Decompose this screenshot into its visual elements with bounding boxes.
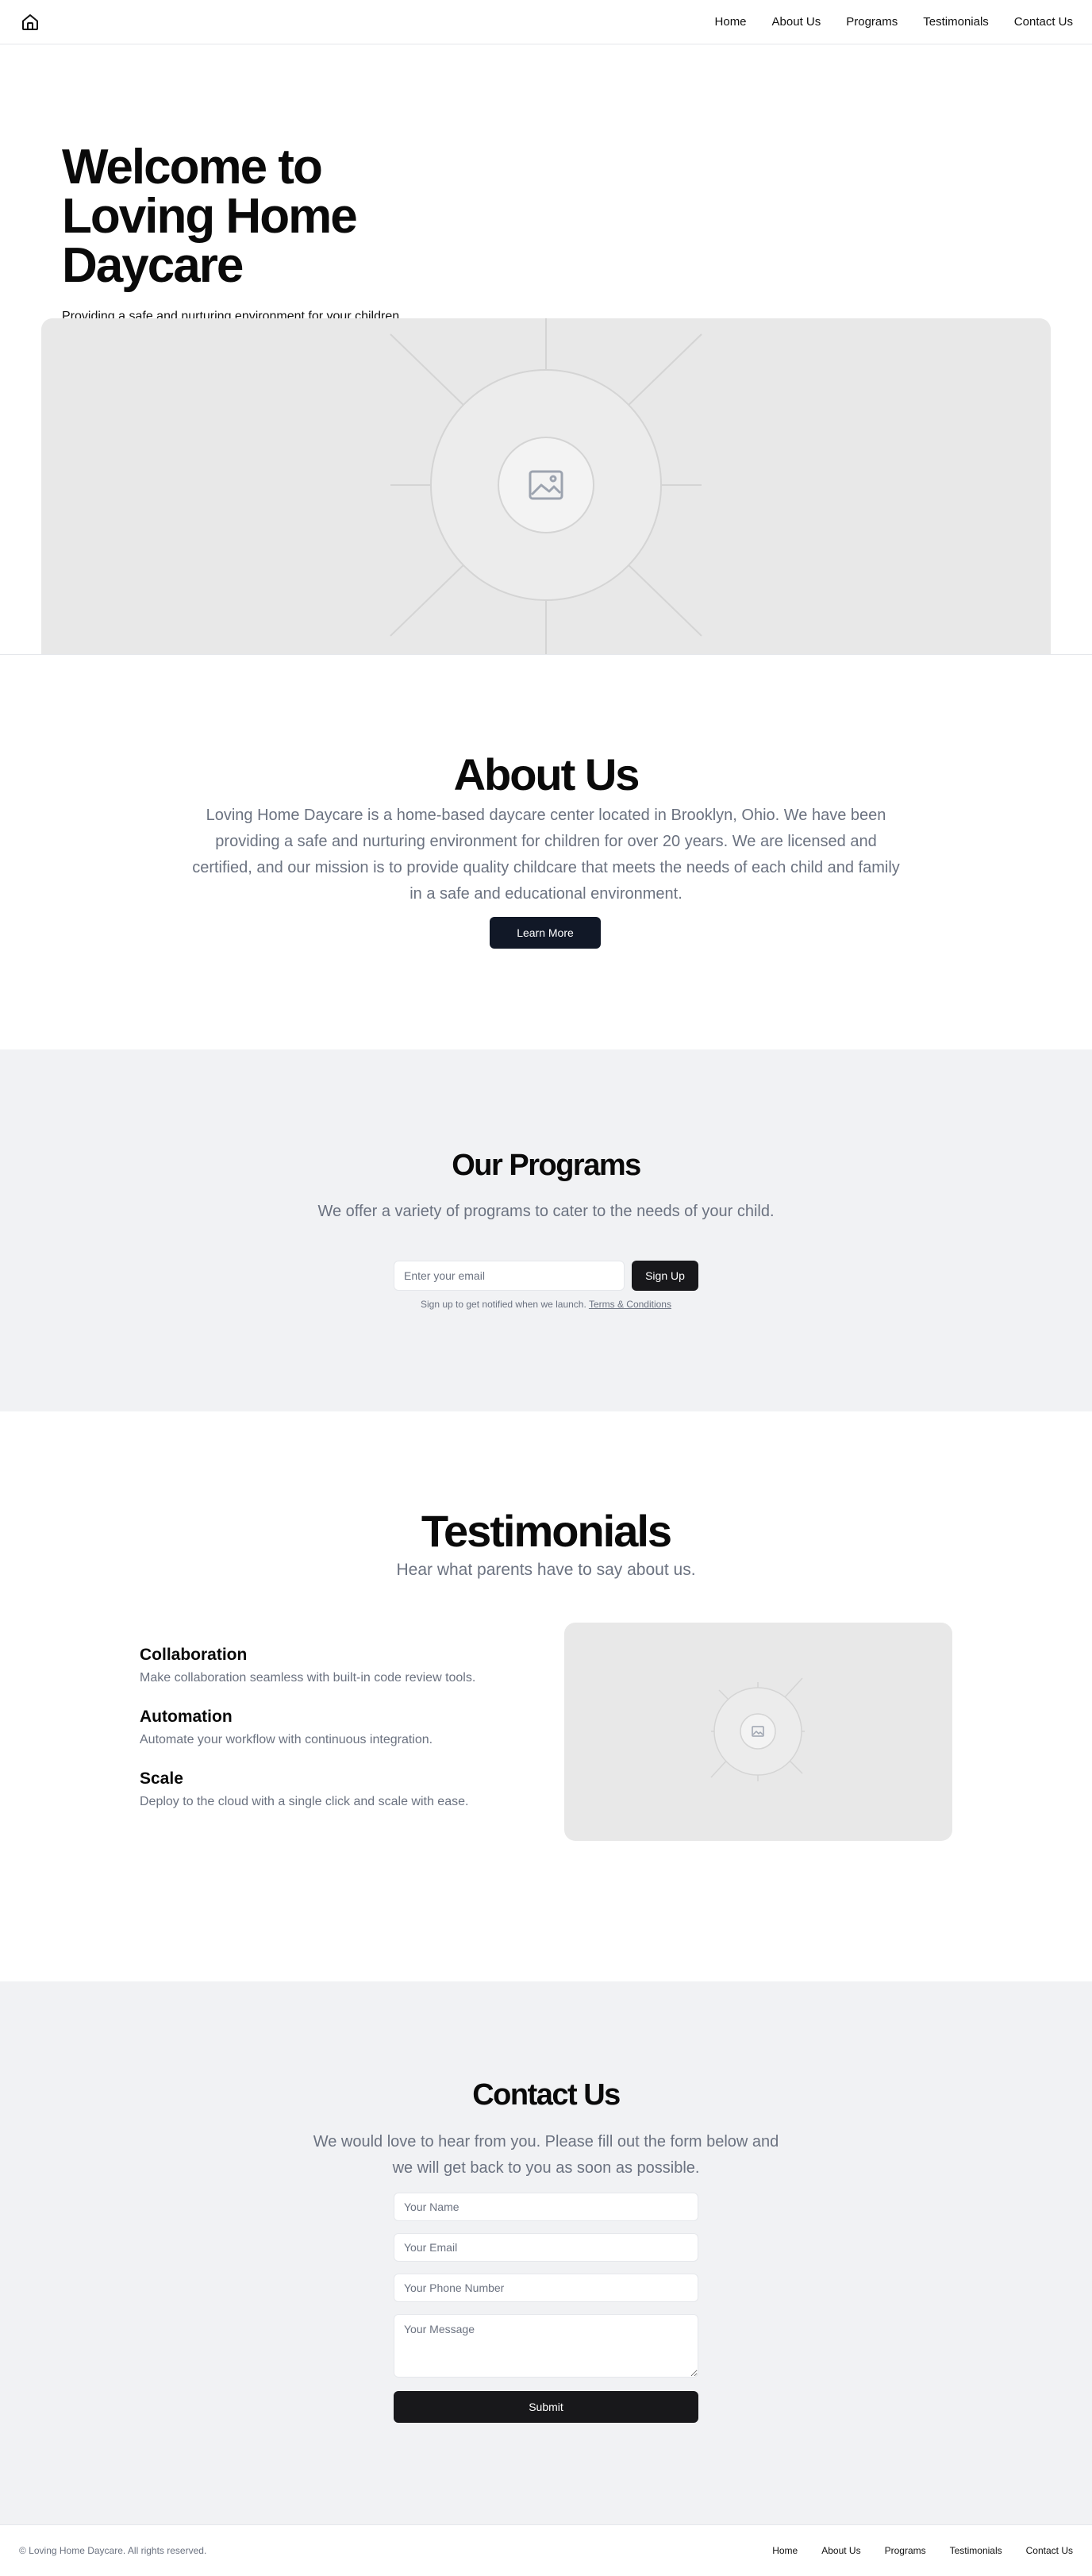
feature-title: Collaboration bbox=[140, 1646, 248, 1664]
testimonials-image-placeholder bbox=[564, 1623, 952, 1841]
footer-nav-contact-us[interactable]: Contact Us bbox=[1026, 2545, 1073, 2556]
submit-button[interactable]: Submit bbox=[394, 2391, 698, 2423]
site-footer: © Loving Home Daycare. All rights reserv… bbox=[0, 2524, 1092, 2576]
contact-section: Contact Us We would love to hear from yo… bbox=[0, 1981, 1092, 2524]
nav-contact-us[interactable]: Contact Us bbox=[1014, 15, 1073, 29]
copyright-text: © Loving Home Daycare. All rights reserv… bbox=[19, 2545, 207, 2556]
contact-title: Contact Us bbox=[472, 2078, 621, 2112]
programs-title: Our Programs bbox=[452, 1149, 641, 1182]
hero-section: Welcome to Loving Home Daycare Providing… bbox=[0, 44, 1092, 654]
name-field[interactable] bbox=[394, 2193, 698, 2221]
feature-description: Automate your workflow with continuous i… bbox=[140, 1733, 433, 1746]
sign-up-button[interactable]: Sign Up bbox=[632, 1261, 698, 1291]
programs-text: We offer a variety of programs to cater … bbox=[317, 1203, 775, 1220]
programs-section: Our Programs We offer a variety of progr… bbox=[0, 1049, 1092, 1411]
list-item: Automation Automate your workflow with c… bbox=[140, 1708, 552, 1747]
signup-note-text: Sign up to get notified when we launch. bbox=[421, 1299, 586, 1310]
phone-field[interactable] bbox=[394, 2274, 698, 2302]
signup-note: Sign up to get notified when we launch. … bbox=[0, 1299, 1092, 1310]
terms-link[interactable]: Terms & Conditions bbox=[589, 1299, 671, 1310]
nav-home[interactable]: Home bbox=[715, 15, 747, 29]
list-item: Collaboration Make collaboration seamles… bbox=[140, 1646, 552, 1685]
footer-nav-about-us[interactable]: About Us bbox=[821, 2545, 860, 2556]
contact-form: Submit bbox=[394, 2193, 698, 2423]
email-input[interactable] bbox=[394, 1261, 625, 1291]
signup-form: Sign Up bbox=[394, 1261, 698, 1291]
footer-nav-programs[interactable]: Programs bbox=[885, 2545, 926, 2556]
footer-nav-testimonials[interactable]: Testimonials bbox=[950, 2545, 1002, 2556]
feature-title: Scale bbox=[140, 1769, 183, 1788]
about-section: About Us Loving Home Daycare is a home-b… bbox=[0, 654, 1092, 1049]
hero-text-block: Welcome to Loving Home Daycare Providing… bbox=[62, 143, 475, 324]
about-title: About Us bbox=[453, 749, 640, 799]
nav-about-us[interactable]: About Us bbox=[772, 15, 821, 29]
testimonials-title: Testimonials bbox=[421, 1506, 672, 1556]
site-header: Home About Us Programs Testimonials Cont… bbox=[0, 0, 1092, 44]
image-placeholder-icon bbox=[710, 1677, 805, 1781]
feature-description: Make collaboration seamless with built-i… bbox=[140, 1671, 476, 1685]
hero-image-placeholder bbox=[41, 318, 1051, 654]
main-nav: Home About Us Programs Testimonials Cont… bbox=[715, 15, 1073, 29]
message-field[interactable] bbox=[394, 2314, 698, 2378]
learn-more-button[interactable]: Learn More bbox=[490, 917, 601, 949]
nav-testimonials[interactable]: Testimonials bbox=[923, 15, 989, 29]
hero-title: Welcome to Loving Home Daycare bbox=[62, 140, 358, 293]
feature-list: Collaboration Make collaboration seamles… bbox=[140, 1646, 552, 1831]
contact-text: We would love to hear from you. Please f… bbox=[313, 2133, 779, 2177]
home-icon[interactable] bbox=[19, 11, 41, 33]
image-placeholder-icon bbox=[390, 318, 702, 654]
testimonials-section: Testimonials Hear what parents have to s… bbox=[0, 1411, 1092, 1981]
feature-description: Deploy to the cloud with a single click … bbox=[140, 1795, 469, 1808]
footer-nav: Home About Us Programs Testimonials Cont… bbox=[772, 2545, 1073, 2556]
testimonials-subtitle: Hear what parents have to say about us. bbox=[396, 1561, 696, 1579]
list-item: Scale Deploy to the cloud with a single … bbox=[140, 1769, 552, 1809]
feature-title: Automation bbox=[140, 1708, 233, 1726]
footer-nav-home[interactable]: Home bbox=[772, 2545, 798, 2556]
email-field[interactable] bbox=[394, 2233, 698, 2262]
nav-programs[interactable]: Programs bbox=[846, 15, 898, 29]
about-text: Loving Home Daycare is a home-based dayc… bbox=[192, 807, 900, 903]
